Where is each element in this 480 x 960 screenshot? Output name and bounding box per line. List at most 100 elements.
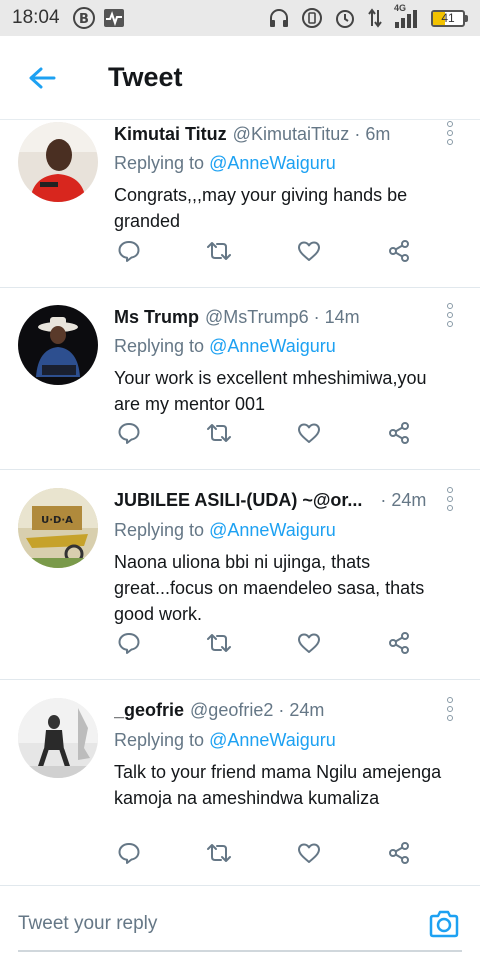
avatar[interactable] bbox=[18, 305, 98, 385]
tweet-feed[interactable]: Kimutai Tituz @KimutaiTituz · 6m Replyin… bbox=[0, 120, 480, 885]
heart-icon bbox=[298, 633, 320, 653]
reply-button[interactable] bbox=[114, 628, 144, 658]
time-separator: · bbox=[313, 307, 320, 327]
replying-prefix: Replying to bbox=[114, 730, 205, 750]
avatar[interactable] bbox=[18, 122, 98, 202]
svg-text:U·D·A: U·D·A bbox=[41, 515, 73, 526]
replying-to: Replying to @AnneWaiguru bbox=[114, 336, 336, 357]
svg-text:B: B bbox=[79, 12, 89, 27]
reply-icon bbox=[118, 633, 140, 654]
tweet-item[interactable]: Kimutai Tituz @KimutaiTituz · 6m Replyin… bbox=[0, 120, 480, 288]
avatar[interactable] bbox=[18, 698, 98, 778]
tweet-header: Kimutai Tituz @KimutaiTituz · 6m bbox=[114, 124, 436, 150]
mention-link[interactable]: @AnneWaiguru bbox=[209, 336, 336, 356]
reply-composer bbox=[0, 885, 480, 960]
share-icon bbox=[389, 422, 409, 444]
retweet-button[interactable] bbox=[204, 628, 234, 658]
reply-input[interactable] bbox=[18, 908, 408, 940]
retweet-icon bbox=[207, 634, 231, 652]
time-separator: · bbox=[354, 124, 361, 144]
more-options-button[interactable] bbox=[440, 696, 460, 722]
retweet-button[interactable] bbox=[204, 418, 234, 448]
camera-icon bbox=[429, 910, 459, 938]
heart-icon bbox=[298, 423, 320, 443]
author-name[interactable]: JUBILEE ASILI-(UDA) ~@or... bbox=[114, 490, 362, 511]
replying-prefix: Replying to bbox=[114, 520, 205, 540]
reply-button[interactable] bbox=[114, 236, 144, 266]
retweet-icon bbox=[207, 424, 231, 442]
more-options-button[interactable] bbox=[440, 120, 460, 146]
mention-link[interactable]: @AnneWaiguru bbox=[209, 520, 336, 540]
reply-underline bbox=[18, 950, 462, 952]
like-button[interactable] bbox=[294, 628, 324, 658]
time-separator: · bbox=[278, 700, 285, 720]
share-button[interactable] bbox=[384, 236, 414, 266]
reply-button[interactable] bbox=[114, 838, 144, 868]
reply-button[interactable] bbox=[114, 418, 144, 448]
activity-monitor-icon bbox=[102, 7, 126, 29]
share-button[interactable] bbox=[384, 838, 414, 868]
status-bar: 18:04 B 4G 41 bbox=[0, 0, 480, 36]
like-button[interactable] bbox=[294, 418, 324, 448]
share-button[interactable] bbox=[384, 628, 414, 658]
alarm-icon bbox=[334, 7, 356, 29]
vibrate-icon bbox=[301, 7, 323, 29]
mention-link[interactable]: @AnneWaiguru bbox=[209, 730, 336, 750]
page-title: Tweet bbox=[108, 62, 183, 92]
reply-icon bbox=[118, 241, 140, 262]
reply-icon bbox=[118, 843, 140, 864]
retweet-button[interactable] bbox=[204, 838, 234, 868]
retweet-icon bbox=[207, 242, 231, 260]
tweet-actions bbox=[114, 838, 434, 868]
mention-link[interactable]: @AnneWaiguru bbox=[209, 153, 336, 173]
heart-icon bbox=[298, 843, 320, 863]
app-header: Tweet bbox=[0, 36, 480, 120]
tweet-item[interactable]: U·D·A JUBILEE ASILI-(UDA) ~@or... · 24m … bbox=[0, 470, 480, 680]
back-button[interactable] bbox=[0, 36, 84, 120]
replying-to: Replying to @AnneWaiguru bbox=[114, 520, 336, 541]
more-options-button[interactable] bbox=[440, 486, 460, 512]
tweet-header: Ms Trump @MsTrump6 · 14m bbox=[114, 307, 436, 333]
replying-to: Replying to @AnneWaiguru bbox=[114, 153, 336, 174]
replying-prefix: Replying to bbox=[114, 153, 205, 173]
like-button[interactable] bbox=[294, 236, 324, 266]
author-handle[interactable]: @KimutaiTituz bbox=[233, 124, 350, 145]
share-button[interactable] bbox=[384, 418, 414, 448]
tweet-time: 6m bbox=[365, 124, 391, 144]
signal-4g-icon: 4G bbox=[394, 3, 420, 29]
reply-icon bbox=[118, 423, 140, 444]
share-icon bbox=[389, 632, 409, 654]
retweet-icon bbox=[207, 844, 231, 862]
tweet-time: 24m bbox=[391, 490, 427, 510]
author-name[interactable]: _geofrie bbox=[114, 700, 184, 721]
replying-to: Replying to @AnneWaiguru bbox=[114, 730, 336, 751]
author-handle[interactable]: @geofrie2 bbox=[190, 700, 273, 721]
tweet-time: 24m bbox=[289, 700, 325, 720]
battery-icon: 41 bbox=[431, 9, 468, 27]
headphones-icon bbox=[268, 7, 290, 29]
battery-percent: 41 bbox=[441, 10, 455, 25]
time-separator: · bbox=[380, 490, 387, 510]
share-icon bbox=[389, 240, 409, 262]
heart-icon bbox=[298, 241, 320, 261]
tweet-text: Your work is excellent mheshimiwa,you ar… bbox=[114, 368, 427, 414]
tweet-actions bbox=[114, 418, 434, 448]
tweet-text: Talk to your friend mama Ngilu amejenga … bbox=[114, 762, 442, 808]
replying-prefix: Replying to bbox=[114, 336, 205, 356]
author-handle[interactable]: @MsTrump6 bbox=[205, 307, 309, 328]
tweet-time: 14m bbox=[324, 307, 360, 327]
author-name[interactable]: Kimutai Tituz bbox=[114, 124, 227, 145]
back-arrow-icon bbox=[29, 67, 56, 88]
tweet-item[interactable]: _geofrie @geofrie2 · 24m Replying to @An… bbox=[0, 680, 480, 885]
author-name[interactable]: Ms Trump bbox=[114, 307, 199, 328]
camera-button[interactable] bbox=[426, 906, 462, 942]
tweet-text: Congrats,,,may your giving hands be gran… bbox=[114, 185, 408, 231]
data-transfer-icon bbox=[367, 7, 383, 29]
retweet-button[interactable] bbox=[204, 236, 234, 266]
network-type-label: 4G bbox=[394, 3, 407, 13]
more-options-button[interactable] bbox=[440, 302, 460, 328]
like-button[interactable] bbox=[294, 838, 324, 868]
status-time: 18:04 bbox=[12, 7, 60, 28]
avatar[interactable]: U·D·A bbox=[18, 488, 98, 568]
tweet-item[interactable]: Ms Trump @MsTrump6 · 14m Replying to @An… bbox=[0, 288, 480, 470]
